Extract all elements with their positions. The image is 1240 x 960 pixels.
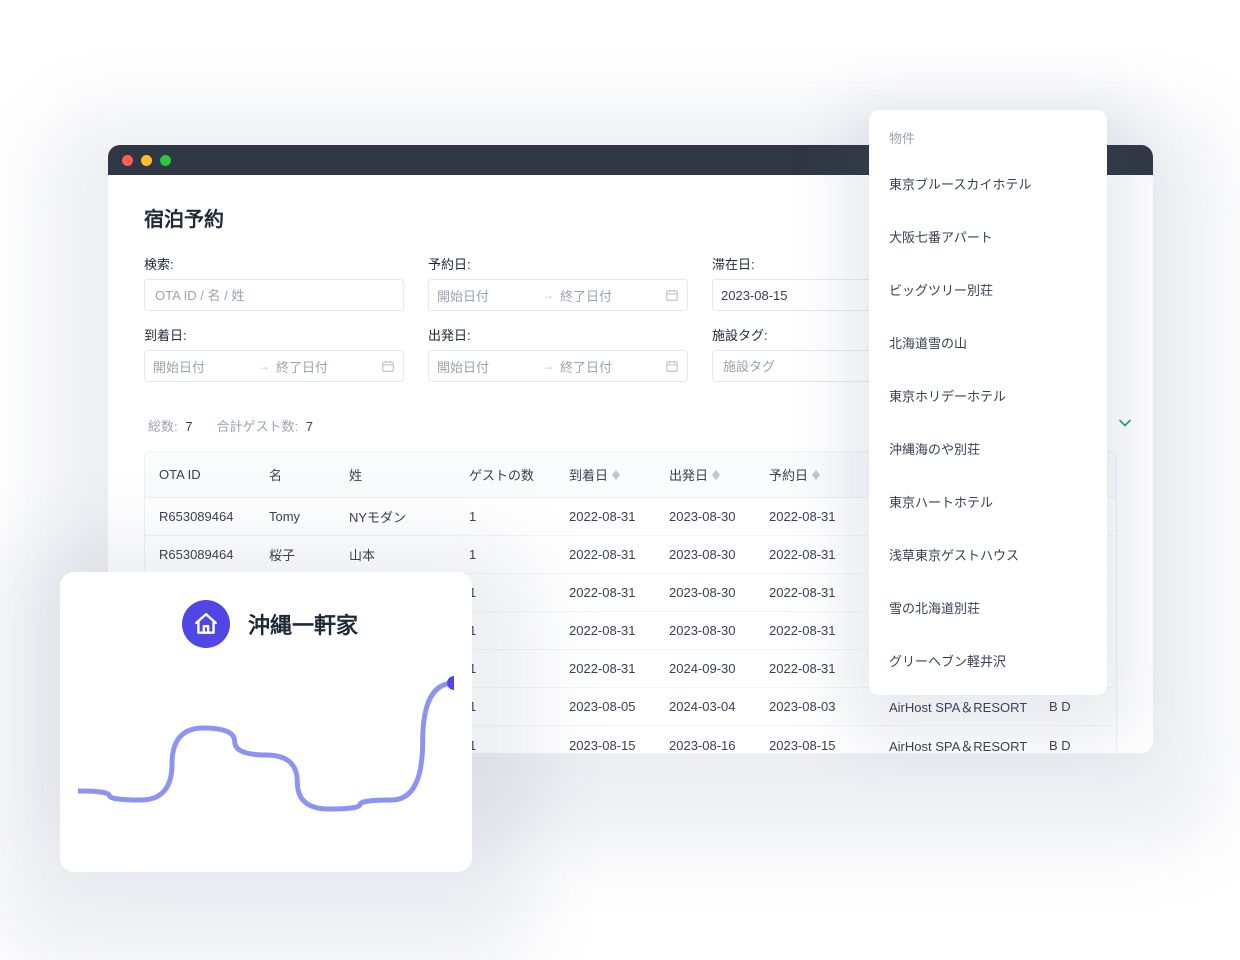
property-option[interactable]: 北海道雪の山 xyxy=(869,316,1107,369)
cell-arrival: 2022-08-31 xyxy=(569,509,669,524)
property-option[interactable]: 東京ホリデーホテル xyxy=(869,369,1107,422)
arrow-right-icon: → xyxy=(542,359,554,373)
property-dropdown: 物件 東京ブルースカイホテル大阪七番アパートビッグツリー別荘北海道雪の山東京ホリ… xyxy=(869,110,1107,695)
depart-date-range[interactable]: 開始日付 → 終了日付 xyxy=(428,350,688,382)
cell-depart: 2023-08-30 xyxy=(669,547,769,562)
search-label: 検索: xyxy=(144,254,404,273)
cell-arrival: 2022-08-31 xyxy=(569,547,669,562)
property-option[interactable]: グリーヘブン軽井沢 xyxy=(869,634,1107,687)
cell-arrival: 2022-08-31 xyxy=(569,623,669,638)
trend-chart xyxy=(78,674,454,854)
cell-first: 桜子 xyxy=(269,545,349,564)
card-title: 沖縄一軒家 xyxy=(248,608,358,640)
home-icon xyxy=(182,600,230,648)
cell-status: B D xyxy=(1049,699,1117,714)
cell-guests: 1 xyxy=(469,738,569,753)
property-option[interactable]: 大阪七番アパート xyxy=(869,210,1107,263)
cell-arrival: 2023-08-05 xyxy=(569,699,669,714)
cell-otaId: R653089464 xyxy=(159,509,269,524)
book-date-end: 終了日付 xyxy=(560,286,659,305)
cell-guests: 1 xyxy=(469,585,569,600)
property-option[interactable]: 東京ハートホテル xyxy=(869,475,1107,528)
cell-guests: 1 xyxy=(469,623,569,638)
property-option[interactable]: 雪の北海道別荘 xyxy=(869,581,1107,634)
arrow-right-icon: → xyxy=(542,288,554,302)
total-guests: 合計ゲスト数: 7 xyxy=(216,416,312,435)
depart-date-label: 出発日: xyxy=(428,325,688,344)
col-ota-id[interactable]: OTA ID xyxy=(159,467,269,482)
cell-last: NYモダン xyxy=(349,507,469,526)
col-first[interactable]: 名 xyxy=(269,465,349,484)
filter-book-date: 予約日: 開始日付 → 終了日付 xyxy=(428,254,688,311)
filter-arrival-date: 到着日: 開始日付 → 終了日付 xyxy=(144,325,404,382)
total-guests-label: 合計ゲスト数: xyxy=(216,419,298,434)
sort-icon xyxy=(812,470,820,480)
col-depart[interactable]: 出発日 xyxy=(669,465,769,484)
cell-guests: 1 xyxy=(469,661,569,676)
total-count-value: 7 xyxy=(185,419,192,434)
arrival-date-start: 開始日付 xyxy=(153,357,252,376)
book-date-label: 予約日: xyxy=(428,254,688,273)
total-count: 総数: 7 xyxy=(148,416,192,435)
cell-status: B D xyxy=(1049,738,1117,753)
cell-property: AirHost SPA＆RESORT xyxy=(889,697,1049,716)
arrow-right-icon: → xyxy=(258,359,270,373)
cell-depart: 2024-09-30 xyxy=(669,661,769,676)
calendar-icon xyxy=(665,288,679,302)
cell-depart: 2023-08-16 xyxy=(669,738,769,753)
cell-last: 山本 xyxy=(349,545,469,564)
cell-depart: 2023-08-30 xyxy=(669,623,769,638)
depart-date-start: 開始日付 xyxy=(437,357,536,376)
maximize-window-button[interactable] xyxy=(160,155,171,166)
sort-icon xyxy=(712,470,720,480)
cell-arrival: 2022-08-31 xyxy=(569,661,669,676)
arrival-date-range[interactable]: 開始日付 → 終了日付 xyxy=(144,350,404,382)
minimize-window-button[interactable] xyxy=(141,155,152,166)
property-option[interactable]: 浅草東京ゲストハウス xyxy=(869,528,1107,581)
book-date-start: 開始日付 xyxy=(437,286,536,305)
total-count-label: 総数: xyxy=(148,419,178,434)
property-option[interactable]: 東京ブルースカイホテル xyxy=(869,157,1107,210)
sort-icon xyxy=(612,470,620,480)
filter-search: 検索: xyxy=(144,254,404,311)
cell-guests: 1 xyxy=(469,547,569,562)
close-window-button[interactable] xyxy=(122,155,133,166)
property-analytics-card: 沖縄一軒家 xyxy=(60,572,472,872)
arrival-date-end: 終了日付 xyxy=(276,357,375,376)
cell-first: Tomy xyxy=(269,509,349,524)
dropdown-header: 物件 xyxy=(869,118,1107,157)
card-header: 沖縄一軒家 xyxy=(182,600,444,648)
cell-depart: 2024-03-04 xyxy=(669,699,769,714)
cell-book: 2023-08-15 xyxy=(769,738,889,753)
calendar-icon xyxy=(381,359,395,373)
cell-guests: 1 xyxy=(469,509,569,524)
book-date-range[interactable]: 開始日付 → 終了日付 xyxy=(428,279,688,311)
cell-property: AirHost SPA＆RESORT xyxy=(889,736,1049,754)
cell-otaId: R653089464 xyxy=(159,547,269,562)
cell-book: 2023-08-03 xyxy=(769,699,889,714)
cell-guests: 1 xyxy=(469,699,569,714)
filter-depart-date: 出発日: 開始日付 → 終了日付 xyxy=(428,325,688,382)
col-guests[interactable]: ゲストの数 xyxy=(469,465,569,484)
property-option[interactable]: 沖縄海のや別荘 xyxy=(869,422,1107,475)
col-depart-label: 出発日 xyxy=(669,465,708,484)
search-input[interactable] xyxy=(144,279,404,311)
depart-date-end: 終了日付 xyxy=(560,357,659,376)
total-guests-value: 7 xyxy=(306,419,313,434)
calendar-icon xyxy=(665,359,679,373)
col-book-label: 予約日 xyxy=(769,465,808,484)
cell-arrival: 2022-08-31 xyxy=(569,585,669,600)
col-last[interactable]: 姓 xyxy=(349,465,469,484)
col-arrival[interactable]: 到着日 xyxy=(569,465,669,484)
chevron-down-icon[interactable] xyxy=(1115,413,1135,433)
property-option[interactable]: ビッグツリー別荘 xyxy=(869,263,1107,316)
cell-arrival: 2023-08-15 xyxy=(569,738,669,753)
cell-depart: 2023-08-30 xyxy=(669,585,769,600)
cell-depart: 2023-08-30 xyxy=(669,509,769,524)
arrival-date-label: 到着日: xyxy=(144,325,404,344)
col-arrival-label: 到着日 xyxy=(569,465,608,484)
